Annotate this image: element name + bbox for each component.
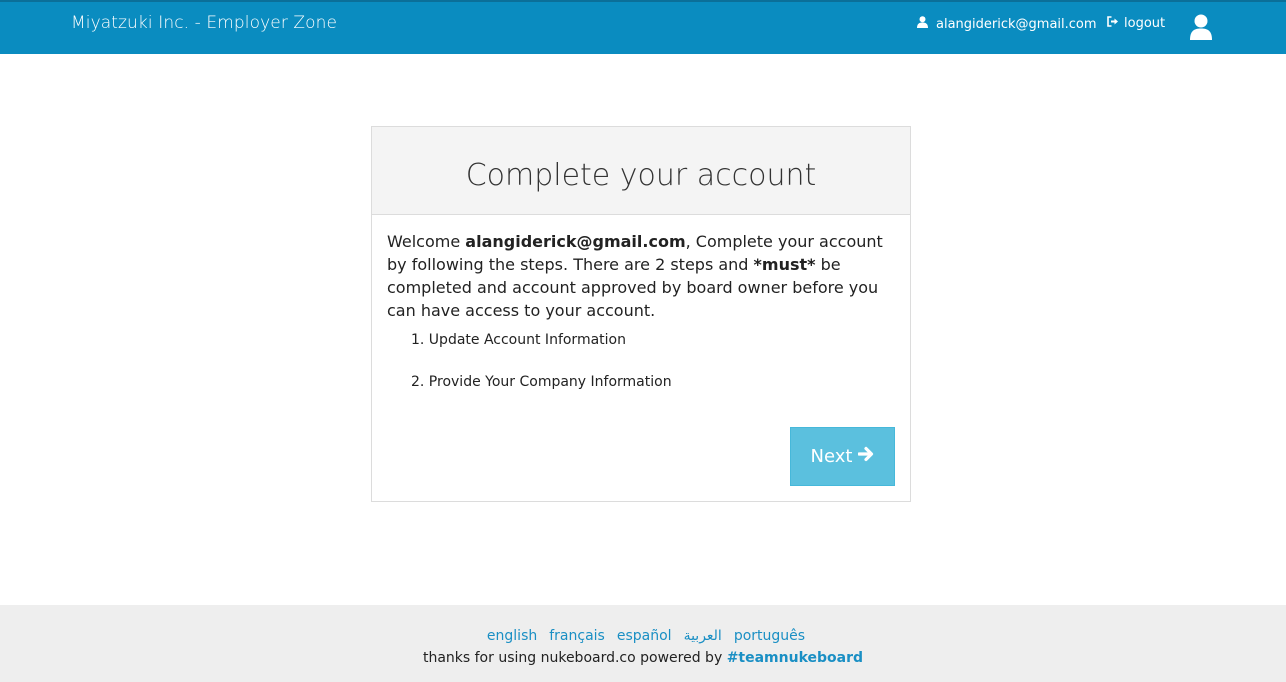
user-email-link[interactable]: alangiderick@gmail.com	[917, 16, 1097, 32]
logout-label: logout	[1124, 16, 1166, 31]
brand-title[interactable]: Miyatzuki Inc. - Employer Zone	[71, 13, 337, 33]
page-title: Complete your account	[465, 158, 817, 193]
logout-link[interactable]: logout	[1107, 16, 1165, 31]
must-emphasis: *must*	[753, 255, 816, 274]
lang-spanish-link[interactable]: español	[617, 627, 672, 646]
welcome-message: Welcome alangiderick@gmail.com, Complete…	[387, 230, 897, 322]
user-icon	[917, 16, 928, 32]
page-footer: english français español العربية portugu…	[0, 605, 1286, 682]
next-button-label: Next	[810, 446, 853, 467]
next-button[interactable]: Next	[790, 427, 895, 486]
steps-list: 1. Update Account Information 2. Provide…	[387, 331, 895, 415]
thanks-text: thanks for using nukeboard.co powered by	[422, 650, 727, 666]
welcome-email: alangiderick@gmail.com	[465, 232, 686, 251]
top-navbar: Miyatzuki Inc. - Employer Zone alangider…	[0, 0, 1286, 54]
panel-body: Welcome alangiderick@gmail.com, Complete…	[372, 215, 910, 415]
panel-heading: Complete your account	[372, 127, 910, 215]
step-item: 2. Provide Your Company Information	[411, 374, 672, 390]
footer-credits: thanks for using nukeboard.co powered by…	[0, 649, 1286, 668]
lang-portuguese-link[interactable]: português	[734, 627, 805, 646]
sign-out-icon	[1107, 16, 1119, 31]
teamnukeboard-link[interactable]: #teamnukeboard	[727, 650, 863, 666]
avatar-icon[interactable]	[1189, 14, 1213, 40]
lang-english-link[interactable]: english	[487, 627, 537, 646]
lang-arabic-link[interactable]: العربية	[684, 627, 722, 646]
user-email-label: alangiderick@gmail.com	[936, 16, 1097, 32]
welcome-text: Welcome	[387, 232, 466, 251]
lang-french-link[interactable]: français	[549, 627, 605, 646]
language-switcher: english français español العربية portugu…	[0, 627, 1286, 646]
arrow-right-icon	[857, 446, 874, 467]
step-item: 1. Update Account Information	[411, 332, 626, 348]
complete-account-panel: Complete your account Welcome alangideri…	[371, 126, 911, 502]
